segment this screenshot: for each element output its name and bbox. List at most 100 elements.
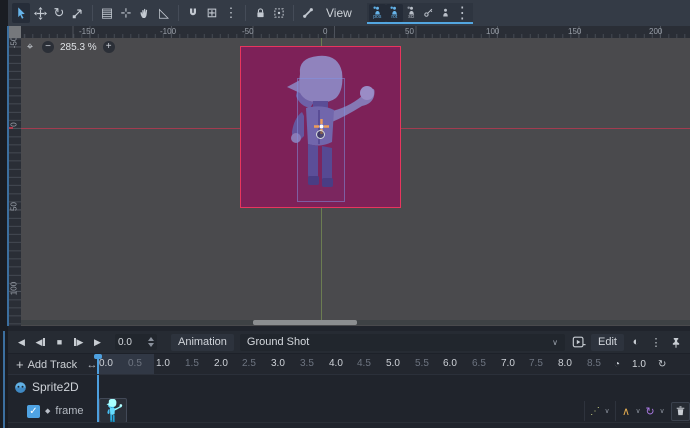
step-forward-button[interactable]: ▶ (71, 334, 86, 350)
key-options-menu-button[interactable]: ⋮ (454, 4, 471, 22)
h-scrollbar-thumb[interactable] (253, 320, 357, 325)
zoom-out-button[interactable]: − (42, 41, 54, 53)
insert-key-button[interactable] (420, 4, 437, 22)
zoom-in-button[interactable]: + (103, 41, 115, 53)
onion-skinning-button[interactable]: ◐ (628, 334, 644, 350)
chevron-down-icon[interactable]: ∨ (634, 407, 642, 415)
zoom-level[interactable]: 285.3 % (60, 42, 97, 53)
vertical-dots-icon: ⋮ (454, 3, 470, 23)
h-ruler-label: 0 (323, 27, 327, 36)
animation-name-dropdown[interactable]: Ground Shot ∨ (240, 334, 565, 351)
grid-snap-button[interactable]: ⊞ (203, 3, 221, 23)
animation-length-value[interactable]: 1.0 (632, 359, 646, 370)
timeline-tick: 1.5 (185, 358, 213, 369)
h-ruler-label: 50 (405, 27, 414, 36)
toolbar-divider (92, 5, 93, 21)
h-ruler-label: 200 (649, 27, 662, 36)
center-view-icon[interactable]: ⌖ (24, 39, 36, 55)
pin-panel-button[interactable] (668, 334, 684, 350)
track-node-row[interactable]: Sprite2D (8, 378, 588, 396)
rotate-tool-button[interactable]: ↻ (50, 3, 68, 23)
pan-tool-button[interactable] (136, 3, 154, 23)
stop-icon: ■ (57, 337, 62, 347)
add-track-button[interactable]: + Add Track (12, 356, 81, 373)
delete-track-button[interactable] (671, 402, 690, 421)
vertical-ruler: -50 0 50 100 (8, 38, 21, 326)
grid-snap-icon: ⊞ (207, 5, 218, 21)
skeleton-key-button[interactable] (437, 4, 454, 22)
stop-button[interactable]: ■ (52, 334, 67, 350)
animation-menu-button[interactable]: Animation (171, 334, 234, 351)
plus-icon: + (16, 357, 24, 372)
toolbar-divider (178, 5, 179, 21)
timeline-tick: 0.0 (99, 358, 127, 369)
scale-tool-button[interactable] (69, 3, 87, 23)
autoplay-on-load-button[interactable] (571, 334, 587, 350)
loop-icon[interactable]: ↻ (658, 359, 666, 370)
ruler-icon: ◺ (159, 5, 169, 21)
onion-skin-icon: ◐ (633, 336, 640, 348)
selectable-list-button[interactable]: ▤ (98, 3, 116, 23)
list-select-icon: ▤ (101, 5, 113, 21)
auto-key-position-toggle[interactable]: pos (369, 4, 386, 22)
key-pos-label: pos (373, 15, 381, 20)
track-property-name: frame (55, 405, 83, 417)
smart-snap-button[interactable] (184, 3, 202, 23)
wrap-mode-icon[interactable]: ↻ (644, 405, 656, 418)
chevron-down-icon[interactable]: ∨ (658, 407, 666, 415)
time-spinbox[interactable]: 0.0 (115, 334, 157, 350)
key-scl-label: scl (408, 15, 414, 20)
track-settings: ⋰ ∨ ∧ ∨ ↻ ∨ (582, 400, 690, 422)
step-backward-button[interactable]: ◀ (33, 334, 48, 350)
panel-options-button[interactable]: ⋮ (648, 334, 664, 350)
2d-viewport[interactable]: ⌖ − 285.3 % + (21, 38, 690, 326)
v-ruler-label: 0 (10, 115, 19, 135)
move-tool-button[interactable] (31, 3, 49, 23)
play-backwards-button[interactable]: ◀ (14, 334, 29, 350)
h-ruler-label: 150 (568, 27, 581, 36)
skeleton-options-button[interactable] (299, 3, 317, 23)
rotation-pivot-button[interactable]: ⊹ (117, 3, 135, 23)
canvas-toolbar: ↻ ▤ ⊹ ◺ ⊞ ⋮ View pos (8, 0, 690, 26)
track-enabled-checkbox[interactable]: ✓ (27, 405, 40, 418)
ruler-tool-button[interactable]: ◺ (155, 3, 173, 23)
keyframe-thumbnail[interactable] (99, 398, 127, 423)
frame-track-row[interactable]: ✓ ◆ frame (8, 398, 96, 424)
auto-key-rotation-toggle[interactable]: rot (386, 4, 403, 22)
add-track-label: Add Track (28, 359, 78, 371)
animation-name: Ground Shot (247, 336, 309, 348)
snapping-options-button[interactable]: ⋮ (222, 3, 240, 23)
lock-node-button[interactable] (251, 3, 269, 23)
vertical-dots-icon: ⋮ (651, 336, 662, 349)
select-tool-button[interactable] (12, 3, 30, 23)
timeline-tick: 1.0 (156, 358, 184, 369)
step-bar (74, 338, 76, 346)
interpolation-mode-icon[interactable]: ∧ (620, 405, 632, 418)
timeline-tick: 3.5 (300, 358, 328, 369)
track-node-name: Sprite2D (32, 380, 79, 394)
chevron-down-icon[interactable]: ∨ (603, 407, 611, 415)
track-area: Sprite2D ✓ ◆ frame (8, 374, 690, 428)
view-menu-button[interactable]: View (318, 3, 360, 23)
trash-icon (675, 405, 686, 417)
settings-divider (584, 401, 585, 421)
playhead-handle[interactable] (94, 354, 102, 359)
auto-key-scale-toggle[interactable]: scl (403, 4, 420, 22)
play-button[interactable]: ▶ (90, 334, 105, 350)
godot-editor: ↻ ▤ ⊹ ◺ ⊞ ⋮ View pos (0, 0, 690, 428)
edit-menu-button[interactable]: Edit (591, 334, 624, 351)
ruler-corner (8, 26, 21, 38)
step-bar (43, 338, 45, 346)
animation-length-icon[interactable]: ◔ (614, 359, 620, 370)
vertical-dots-icon: ⋮ (225, 5, 238, 21)
spin-up-icon[interactable] (148, 337, 154, 341)
timeline-tick: 3.0 (271, 358, 299, 369)
panel-focus-border (3, 331, 5, 428)
update-mode-icon[interactable]: ⋰ (589, 406, 601, 417)
group-node-button[interactable] (270, 3, 288, 23)
timeline-tick: 0.5 (128, 358, 156, 369)
spin-down-icon[interactable] (148, 343, 154, 347)
timeline-tick: 6.0 (443, 358, 471, 369)
timeline-tick: 5.0 (386, 358, 414, 369)
v-ruler-label: 100 (10, 279, 19, 299)
